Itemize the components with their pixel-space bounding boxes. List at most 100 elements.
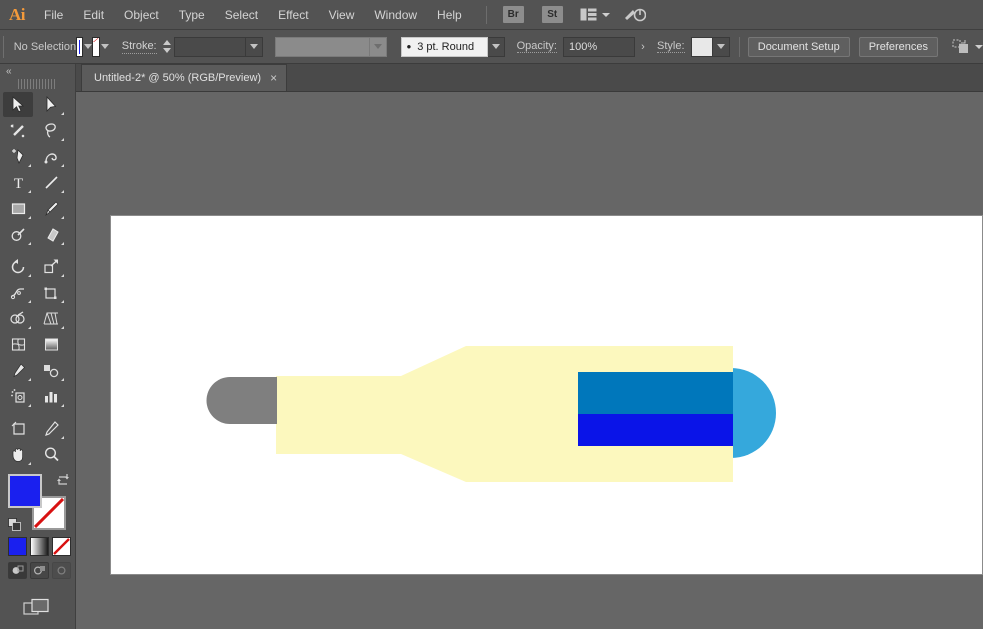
document-tab[interactable]: Untitled-2* @ 50% (RGB/Preview) × bbox=[81, 64, 287, 91]
fill-proxy-swatch[interactable] bbox=[8, 474, 42, 508]
none-fill-button[interactable] bbox=[52, 537, 71, 556]
tool-blend[interactable] bbox=[36, 358, 66, 383]
swap-fill-stroke-icon[interactable] bbox=[56, 472, 70, 486]
tools-panel-grip[interactable] bbox=[18, 79, 57, 89]
brush-definition-input[interactable]: • 3 pt. Round bbox=[401, 37, 488, 57]
menu-item-window[interactable]: Window bbox=[364, 0, 427, 30]
chevron-down-icon bbox=[717, 44, 725, 49]
draw-behind-button[interactable] bbox=[30, 562, 49, 579]
tool-shaper[interactable] bbox=[3, 222, 33, 247]
column-graph-tool-icon bbox=[43, 388, 60, 405]
tool-pen[interactable] bbox=[3, 144, 33, 169]
slice-tool-icon bbox=[43, 420, 60, 437]
tool-direct-selection[interactable] bbox=[36, 92, 66, 117]
close-icon[interactable]: × bbox=[270, 72, 277, 84]
chevron-down-icon bbox=[84, 44, 92, 49]
style-label[interactable]: Style: bbox=[657, 40, 685, 53]
opacity-input[interactable]: 100% bbox=[563, 37, 635, 57]
tool-paintbrush[interactable] bbox=[36, 196, 66, 221]
tool-flyout-indicator bbox=[28, 190, 31, 193]
arrange-documents-button[interactable] bbox=[580, 8, 610, 21]
hand-tool-icon bbox=[9, 446, 27, 463]
preferences-button[interactable]: Preferences bbox=[859, 37, 938, 57]
stroke-dropdown-button[interactable] bbox=[101, 37, 109, 57]
artboard[interactable] bbox=[110, 215, 983, 575]
menu-item-object[interactable]: Object bbox=[114, 0, 169, 30]
tool-flyout-indicator bbox=[61, 326, 64, 329]
tool-hand[interactable] bbox=[3, 442, 33, 467]
menu-item-help[interactable]: Help bbox=[427, 0, 472, 30]
tool-type[interactable]: T bbox=[3, 170, 33, 195]
menu-item-type[interactable]: Type bbox=[169, 0, 215, 30]
stroke-weight-label[interactable]: Stroke: bbox=[122, 40, 157, 54]
document-tab-bar: Untitled-2* @ 50% (RGB/Preview) × bbox=[76, 64, 983, 92]
tool-mesh[interactable] bbox=[3, 332, 33, 357]
stock-button[interactable]: St bbox=[542, 6, 563, 23]
tool-artboard[interactable] bbox=[3, 416, 33, 441]
tool-eyedropper[interactable] bbox=[3, 358, 33, 383]
collapse-panel-button[interactable]: « bbox=[0, 64, 75, 78]
tool-scale[interactable] bbox=[36, 254, 66, 279]
tool-magic-wand[interactable] bbox=[3, 118, 33, 143]
graphic-style-swatch[interactable] bbox=[691, 37, 713, 57]
light-blue-semicircle[interactable] bbox=[731, 368, 776, 458]
fill-stroke-proxy bbox=[8, 474, 70, 532]
color-fill-button[interactable] bbox=[8, 537, 27, 556]
tool-lasso[interactable] bbox=[36, 118, 66, 143]
menu-item-file[interactable]: File bbox=[34, 0, 73, 30]
selection-status: No Selection bbox=[14, 41, 76, 53]
menu-item-effect[interactable]: Effect bbox=[268, 0, 318, 30]
scale-tool-icon bbox=[43, 258, 60, 275]
menu-item-select[interactable]: Select bbox=[215, 0, 268, 30]
stroke-weight-stepper[interactable] bbox=[163, 37, 171, 57]
document-setup-button[interactable]: Document Setup bbox=[748, 37, 850, 57]
tool-flyout-indicator bbox=[61, 216, 64, 219]
control-bar-grip[interactable] bbox=[3, 36, 5, 58]
gray-handle-cap[interactable] bbox=[207, 377, 278, 424]
pure-blue-bar[interactable] bbox=[578, 414, 733, 446]
tool-selection[interactable] bbox=[3, 92, 33, 117]
brush-definition-dropdown[interactable] bbox=[488, 37, 505, 57]
fill-swatch[interactable] bbox=[76, 37, 83, 57]
tool-eraser[interactable] bbox=[36, 222, 66, 247]
chevron-down-icon[interactable] bbox=[975, 45, 983, 49]
tool-slice[interactable] bbox=[36, 416, 66, 441]
align-transform-icon[interactable] bbox=[952, 39, 970, 55]
tool-symbol-sprayer[interactable] bbox=[3, 384, 33, 409]
draw-inside-button[interactable] bbox=[52, 562, 71, 579]
screwdriver-illustration[interactable] bbox=[111, 216, 983, 576]
stroke-weight-input[interactable] bbox=[174, 37, 246, 57]
menu-item-view[interactable]: View bbox=[319, 0, 365, 30]
opacity-flyout-button[interactable]: › bbox=[635, 37, 651, 57]
graphic-style-dropdown[interactable] bbox=[713, 37, 730, 57]
gradient-fill-button[interactable] bbox=[30, 537, 49, 556]
tool-gradient[interactable] bbox=[36, 332, 66, 357]
tool-line-segment[interactable] bbox=[36, 170, 66, 195]
tool-rectangle[interactable] bbox=[3, 196, 33, 221]
tool-curvature[interactable] bbox=[36, 144, 66, 169]
tool-flyout-indicator bbox=[28, 326, 31, 329]
document-tab-label: Untitled-2* @ 50% (RGB/Preview) bbox=[94, 72, 261, 84]
workspace-switcher-button[interactable] bbox=[624, 6, 646, 23]
tool-zoom[interactable] bbox=[36, 442, 66, 467]
draw-normal-button[interactable] bbox=[8, 562, 27, 579]
tool-rotate[interactable] bbox=[3, 254, 33, 279]
opacity-label[interactable]: Opacity: bbox=[517, 40, 557, 53]
width-tool-icon bbox=[10, 284, 27, 301]
tool-free-transform[interactable] bbox=[36, 280, 66, 305]
tool-width[interactable] bbox=[3, 280, 33, 305]
canvas-area[interactable] bbox=[76, 92, 983, 629]
default-fill-stroke-icon[interactable] bbox=[8, 518, 22, 532]
change-screen-mode-button[interactable] bbox=[22, 597, 52, 619]
tool-shape-builder[interactable] bbox=[3, 306, 33, 331]
tool-column-graph[interactable] bbox=[36, 384, 66, 409]
tool-perspective-grid[interactable] bbox=[36, 306, 66, 331]
fill-dropdown-button[interactable] bbox=[84, 37, 92, 57]
dark-blue-bar[interactable] bbox=[578, 372, 733, 414]
no-color-slash-icon bbox=[93, 38, 98, 42]
stroke-swatch[interactable] bbox=[92, 37, 99, 57]
eraser-tool-icon bbox=[43, 226, 60, 243]
menu-item-edit[interactable]: Edit bbox=[73, 0, 114, 30]
bridge-button[interactable]: Br bbox=[503, 6, 524, 23]
stroke-weight-dropdown[interactable] bbox=[246, 37, 263, 57]
